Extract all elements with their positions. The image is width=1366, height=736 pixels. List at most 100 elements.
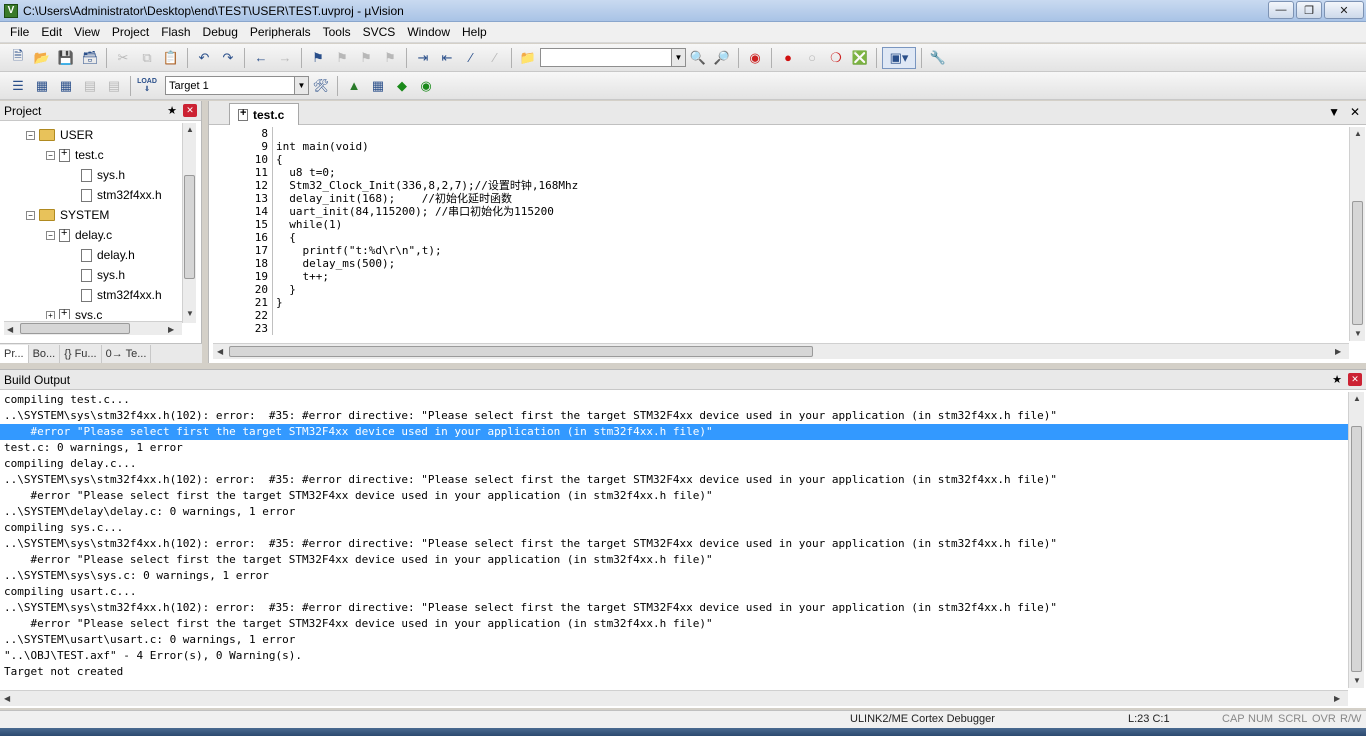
editor-hscroll-thumb[interactable] — [229, 346, 813, 357]
menu-file[interactable]: File — [4, 22, 35, 43]
build-output-line[interactable]: compiling delay.c... — [0, 456, 1348, 472]
chevron-down-icon[interactable]: ▼ — [671, 49, 685, 66]
code-area[interactable]: 8 9 int main(void) 10{11 u8 t=0; 12 Stm32_Cl… — [209, 127, 1349, 337]
tree-item[interactable]: − test.c — [46, 145, 104, 165]
indent-icon[interactable]: ⇥ — [412, 47, 434, 69]
close-icon[interactable]: ✕ — [183, 104, 197, 117]
enable-breakpoint-icon[interactable]: ○ — [801, 47, 823, 69]
clear-bookmarks-icon[interactable]: ⚑ — [379, 47, 401, 69]
breakpoint-icon[interactable]: ● — [777, 47, 799, 69]
menu-help[interactable]: Help — [456, 22, 493, 43]
pin-icon[interactable]: ★ — [1332, 373, 1342, 386]
close-icon[interactable]: ✕ — [1348, 373, 1362, 386]
open-file-icon[interactable]: 📂 — [31, 47, 53, 69]
manage-components-icon[interactable]: ▲ — [343, 75, 365, 97]
build-output-line[interactable]: Target not created — [0, 664, 1348, 680]
tree-item[interactable]: stm32f4xx.h — [68, 285, 162, 305]
run-time-environment-icon[interactable]: ◉ — [415, 75, 437, 97]
menu-view[interactable]: View — [68, 22, 106, 43]
build-horizontal-scrollbar[interactable]: ◀ ▶ — [0, 690, 1348, 706]
menu-project[interactable]: Project — [106, 22, 155, 43]
build-output-line-selected[interactable]: #error "Please select first the target S… — [0, 424, 1348, 440]
tab-books[interactable]: Bo... — [29, 344, 61, 363]
find-in-files-icon[interactable]: 📁 — [517, 47, 539, 69]
pack-installer-icon[interactable]: ◆ — [391, 75, 413, 97]
kill-breakpoints-icon[interactable]: ❎ — [849, 47, 871, 69]
build-output-line[interactable]: ..\SYSTEM\sys\stm32f4xx.h(102): error: #… — [0, 408, 1348, 424]
tree-horizontal-scrollbar[interactable]: ◀ ▶ — [4, 321, 182, 335]
menu-svcs[interactable]: SVCS — [357, 22, 402, 43]
build-output-text[interactable]: compiling test.c... ..\SYSTEM\sys\stm32f4… — [0, 392, 1348, 692]
scroll-down-icon[interactable]: ▼ — [1353, 676, 1361, 685]
tree-vertical-scrollbar[interactable]: ▲ ▼ — [182, 123, 196, 323]
build-output-line[interactable]: #error "Please select first the target S… — [0, 552, 1348, 568]
next-bookmark-icon[interactable]: ⚑ — [355, 47, 377, 69]
build-icon[interactable]: ▦ — [31, 75, 53, 97]
minimize-button[interactable]: — — [1268, 1, 1294, 19]
menu-tools[interactable]: Tools — [317, 22, 357, 43]
tree-item[interactable]: − SYSTEM — [26, 205, 109, 225]
tab-test-c[interactable]: test.c — [229, 103, 299, 125]
build-output-line[interactable]: test.c: 0 warnings, 1 error — [0, 440, 1348, 456]
target-options-icon[interactable]: 🛠 — [310, 75, 332, 97]
menu-edit[interactable]: Edit — [35, 22, 68, 43]
close-tab-icon[interactable]: ✕ — [1350, 105, 1360, 119]
incremental-find-icon[interactable]: 🔎 — [711, 47, 733, 69]
rebuild-icon[interactable]: ▦ — [55, 75, 77, 97]
scroll-right-icon[interactable]: ▶ — [1335, 347, 1341, 356]
build-output-line[interactable]: ..\SYSTEM\sys\stm32f4xx.h(102): error: #… — [0, 536, 1348, 552]
close-button[interactable]: ✕ — [1324, 1, 1364, 19]
build-output-line[interactable]: ..\SYSTEM\sys\stm32f4xx.h(102): error: #… — [0, 472, 1348, 488]
expand-toggle-icon[interactable]: − — [46, 230, 55, 240]
tree-scroll-thumb[interactable] — [184, 175, 195, 279]
scroll-up-icon[interactable]: ▲ — [1353, 394, 1361, 403]
start-debug-icon[interactable]: ◉ — [744, 47, 766, 69]
copy-icon[interactable]: ⧉ — [136, 47, 158, 69]
scroll-left-icon[interactable]: ◀ — [4, 694, 10, 703]
build-scroll-thumb[interactable] — [1351, 426, 1362, 672]
new-file-icon[interactable]: 🗎 — [7, 47, 29, 69]
navigate-back-icon[interactable]: ← — [250, 47, 272, 69]
target-select[interactable]: Target 1 ▼ — [165, 76, 309, 95]
redo-icon[interactable]: ↷ — [217, 47, 239, 69]
expand-toggle-icon[interactable]: − — [26, 130, 35, 140]
tree-item[interactable]: delay.h — [68, 245, 135, 265]
tree-item[interactable]: − delay.c — [46, 225, 112, 245]
build-output-line[interactable]: ..\SYSTEM\sys\stm32f4xx.h(102): error: #… — [0, 600, 1348, 616]
tree-item[interactable]: sys.h — [68, 265, 125, 285]
scroll-right-icon[interactable]: ▶ — [1334, 694, 1340, 703]
expand-toggle-icon[interactable]: − — [26, 210, 35, 220]
tree-item[interactable]: + sys.c — [46, 305, 102, 319]
build-vertical-scrollbar[interactable]: ▲ ▼ — [1348, 392, 1364, 688]
uncomment-icon[interactable]: ⁄ — [484, 47, 506, 69]
prev-bookmark-icon[interactable]: ⚑ — [331, 47, 353, 69]
batch-build-icon[interactable]: ▤ — [79, 75, 101, 97]
unindent-icon[interactable]: ⇤ — [436, 47, 458, 69]
navigate-forward-icon[interactable]: → — [274, 47, 296, 69]
expand-toggle-icon[interactable]: − — [46, 150, 55, 160]
chevron-down-icon[interactable]: ▼ — [294, 77, 308, 94]
menu-flash[interactable]: Flash — [155, 22, 196, 43]
save-all-icon[interactable]: 🗃 — [79, 47, 101, 69]
build-output-line[interactable]: #error "Please select first the target S… — [0, 616, 1348, 632]
find-icon[interactable]: 🔍 — [687, 47, 709, 69]
window-layout-icon[interactable]: ▣▾ — [882, 46, 916, 69]
maximize-button[interactable]: ❐ — [1296, 1, 1322, 19]
stop-build-icon[interactable]: ▤ — [103, 75, 125, 97]
undo-icon[interactable]: ↶ — [193, 47, 215, 69]
configure-icon[interactable]: 🔧 — [927, 47, 949, 69]
scroll-left-icon[interactable]: ◀ — [7, 325, 13, 334]
build-output-line[interactable]: ..\SYSTEM\usart\usart.c: 0 warnings, 1 e… — [0, 632, 1348, 648]
paste-icon[interactable]: 📋 — [160, 47, 182, 69]
download-icon[interactable]: LOAD ⇓ — [136, 75, 158, 97]
build-output-line[interactable]: compiling sys.c... — [0, 520, 1348, 536]
tree-item[interactable]: stm32f4xx.h — [68, 185, 162, 205]
save-icon[interactable]: 💾 — [55, 47, 77, 69]
scroll-up-icon[interactable]: ▲ — [1354, 129, 1362, 138]
tree-item[interactable]: sys.h — [68, 165, 125, 185]
build-output-line[interactable]: "..\OBJ\TEST.axf" - 4 Error(s), 0 Warnin… — [0, 648, 1348, 664]
select-packs-icon[interactable]: ▦ — [367, 75, 389, 97]
insert-bookmark-icon[interactable]: ⚑ — [307, 47, 329, 69]
scroll-right-icon[interactable]: ▶ — [168, 325, 174, 334]
menu-debug[interactable]: Debug — [197, 22, 244, 43]
